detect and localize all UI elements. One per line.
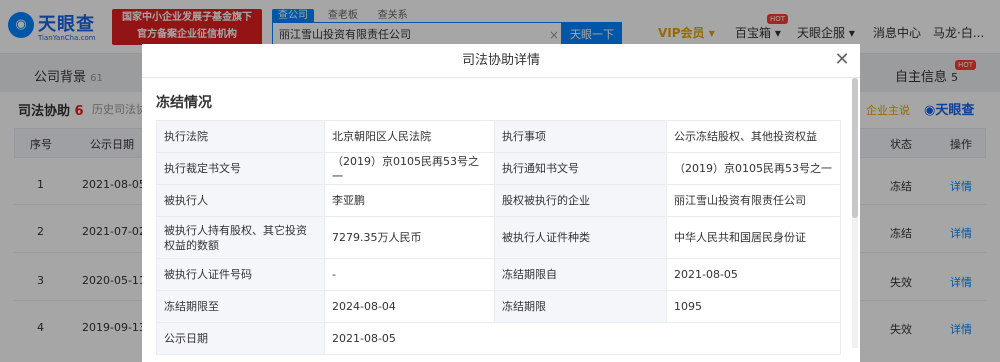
freeze-from-value: 2021-08-05: [666, 258, 841, 291]
court-label: 执行法院: [156, 120, 325, 153]
freeze-to-value: 2024-08-04: [324, 290, 495, 323]
table-row: 被执行人 李亚鹏 股权被执行的企业 丽江雪山投资有限责任公司: [156, 184, 841, 217]
close-icon[interactable]: ✕: [832, 50, 852, 70]
frozen-company-label: 股权被执行的企业: [494, 184, 667, 217]
ruling-no-value: （2019）京0105民再53号之一: [324, 152, 495, 185]
equity-amount-value: 7279.35万人民币: [324, 216, 495, 259]
modal-header: 司法协助详情 ✕: [142, 44, 860, 78]
notice-no-label: 执行通知书文号: [494, 152, 667, 185]
freeze-detail-table: 执行法院 北京朝阳区人民法院 执行事项 公示冻结股权、其他投资权益 执行裁定书文…: [156, 120, 841, 355]
publish-date-label: 公示日期: [156, 322, 325, 355]
table-row: 被执行人证件号码 - 冻结期限自 2021-08-05: [156, 258, 841, 291]
id-type-value: 中华人民共和国居民身份证: [666, 216, 841, 259]
id-type-label: 被执行人证件种类: [494, 216, 667, 259]
freeze-to-label: 冻结期限至: [156, 290, 325, 323]
executed-person-label: 被执行人: [156, 184, 325, 217]
freeze-from-label: 冻结期限自: [494, 258, 667, 291]
modal-title: 司法协助详情: [461, 53, 540, 68]
publish-date-value: 2021-08-05: [324, 322, 841, 355]
table-row: 公示日期 2021-08-05: [156, 322, 841, 355]
equity-amount-label: 被执行人持有股权、其它投资权益的数额: [156, 216, 325, 259]
matter-label: 执行事项: [494, 120, 667, 153]
scrollbar-thumb[interactable]: [852, 78, 858, 218]
modal-scrollbar[interactable]: [852, 78, 858, 348]
frozen-company-link[interactable]: 丽江雪山投资有限责任公司: [666, 184, 841, 217]
notice-no-value: （2019）京0105民再53号之一: [666, 152, 841, 185]
table-row: 执行裁定书文号 （2019）京0105民再53号之一 执行通知书文号 （2019…: [156, 152, 841, 185]
freeze-period-label: 冻结期限: [494, 290, 667, 323]
table-row: 执行法院 北京朝阳区人民法院 执行事项 公示冻结股权、其他投资权益: [156, 120, 841, 153]
ruling-no-label: 执行裁定书文号: [156, 152, 325, 185]
id-number-value: -: [324, 258, 495, 291]
table-row: 被执行人持有股权、其它投资权益的数额 7279.35万人民币 被执行人证件种类 …: [156, 216, 841, 259]
judicial-detail-modal: 司法协助详情 ✕ 冻结情况 执行法院 北京朝阳区人民法院 执行事项 公示冻结股权…: [142, 44, 860, 362]
executed-person-link[interactable]: 李亚鹏: [324, 184, 495, 217]
id-number-label: 被执行人证件号码: [156, 258, 325, 291]
table-row: 冻结期限至 2024-08-04 冻结期限 1095: [156, 290, 841, 323]
freeze-period-value: 1095: [666, 290, 841, 323]
court-value: 北京朝阳区人民法院: [324, 120, 495, 153]
matter-value: 公示冻结股权、其他投资权益: [666, 120, 841, 153]
freeze-section-title: 冻结情况: [156, 95, 212, 111]
